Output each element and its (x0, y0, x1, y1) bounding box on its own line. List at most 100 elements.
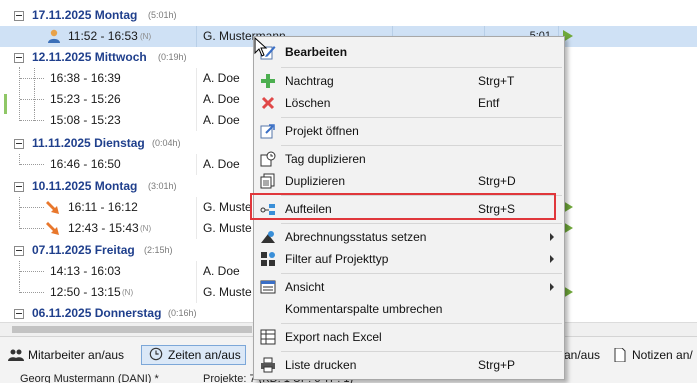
toggle-employees-button[interactable]: Mitarbeiter an/aus (2, 345, 128, 365)
entry-time: 12:50 - 13:15 (50, 285, 121, 299)
collapse-icon[interactable] (14, 11, 24, 21)
day-row[interactable]: 17.11.2025 Montag (5:01h) (0, 5, 697, 26)
menu-item-label: Projekt öffnen (285, 124, 359, 138)
day-date: 10.11.2025 Montag (32, 179, 138, 193)
menu-item-duplizieren[interactable]: Duplizieren Strg+D (256, 170, 562, 192)
menu-item-abrechnungsstatus[interactable]: Abrechnungsstatus setzen (256, 226, 562, 248)
billing-icon (261, 231, 275, 243)
day-duration: (3:01h) (148, 181, 177, 191)
toggle-times-button[interactable]: Zeiten an/aus (141, 345, 246, 365)
tree-line (20, 78, 44, 79)
toggle-projects-label: an/aus (564, 348, 601, 362)
clock-icon (149, 347, 163, 361)
person-icon (48, 29, 60, 43)
day-duration: (0:19h) (158, 52, 187, 62)
entry-time: 16:38 - 16:39 (50, 71, 121, 85)
tree-line (20, 164, 44, 165)
day-duration: (0:04h) (152, 138, 181, 148)
tree-line (20, 207, 44, 208)
tree-line (20, 292, 44, 293)
menu-item-export[interactable]: Export nach Excel (256, 326, 562, 348)
toggle-employees-label: Mitarbeiter an/aus (28, 348, 125, 362)
filter-icon (261, 252, 275, 266)
people-icon (8, 349, 24, 361)
column-divider (196, 89, 197, 110)
menu-item-drucken[interactable]: Liste drucken Strg+P (256, 354, 562, 376)
menu-item-label: Tag duplizieren (285, 152, 366, 166)
menu-item-kommentarspalte[interactable]: Kommentarspalte umbrechen (256, 298, 562, 320)
tree-line (20, 120, 44, 121)
entry-employee: A. Doe (203, 92, 240, 106)
menu-item-label: Duplizieren (285, 174, 346, 188)
view-icon (260, 280, 276, 294)
menu-item-projekt-oeffnen[interactable]: Projekt öffnen (256, 120, 562, 142)
menu-item-loeschen[interactable]: Löschen Entf (256, 92, 562, 114)
entry-employee: A. Doe (203, 157, 240, 171)
collapse-icon[interactable] (14, 139, 24, 149)
collapse-icon[interactable] (14, 246, 24, 256)
menu-item-label: Export nach Excel (285, 330, 382, 344)
column-divider (196, 68, 197, 89)
collapse-icon[interactable] (14, 309, 24, 319)
menu-item-label: Abrechnungsstatus setzen (285, 230, 427, 244)
column-divider (196, 110, 197, 131)
menu-item-shortcut: Strg+P (478, 358, 516, 372)
entry-employee: G. Muste (203, 221, 252, 235)
entry-employee: A. Doe (203, 264, 240, 278)
menu-separator (281, 273, 562, 274)
entry-tag: (N) (140, 224, 152, 233)
tree-line (34, 110, 35, 121)
tree-line (20, 228, 44, 229)
day-duration: (0:16h) (168, 308, 197, 318)
menu-item-tag-duplizieren[interactable]: Tag duplizieren (256, 148, 562, 170)
menu-item-filter[interactable]: Filter auf Projekttyp (256, 248, 562, 270)
menu-item-label: Filter auf Projekttyp (285, 252, 389, 266)
toggle-notes-button[interactable]: Notizen an/ (606, 345, 697, 365)
arrow-icon (46, 201, 59, 214)
entry-time: 16:46 - 16:50 (50, 157, 121, 171)
submenu-arrow-icon (550, 255, 554, 263)
arrow-icon (46, 222, 59, 235)
column-divider (196, 218, 197, 239)
menu-item-label: Kommentarspalte umbrechen (285, 302, 443, 316)
status-user: Georg Mustermann (DANI) * (20, 373, 159, 383)
menu-item-nachtrag[interactable]: Nachtrag Strg+T (256, 70, 562, 92)
entry-time: 15:23 - 15:26 (50, 92, 121, 106)
duplicate-day-icon (260, 151, 276, 167)
tree-line (34, 68, 35, 89)
toggle-times-label: Zeiten an/aus (168, 348, 241, 362)
entry-time: 11:52 - 16:53 (68, 29, 138, 43)
toggle-notes-label: Notizen an/ (632, 348, 693, 362)
print-icon (261, 357, 275, 373)
column-divider (196, 154, 197, 175)
menu-separator (281, 67, 562, 68)
entry-employee: G. Muste (203, 200, 252, 214)
menu-item-label: Bearbeiten (285, 45, 348, 59)
menu-item-ansicht[interactable]: Ansicht (256, 276, 562, 298)
excel-icon (260, 329, 276, 345)
tree-line (20, 99, 44, 100)
menu-separator (281, 145, 562, 146)
menu-item-bearbeiten[interactable]: Bearbeiten (256, 41, 562, 63)
menu-item-shortcut: Strg+D (478, 174, 516, 188)
delete-icon (261, 96, 275, 110)
menu-separator (281, 223, 562, 224)
entry-employee: G. Muste (203, 285, 252, 299)
scrollbar-thumb[interactable] (12, 326, 252, 333)
tree-line (34, 89, 35, 110)
menu-separator (281, 323, 562, 324)
collapse-icon[interactable] (14, 182, 24, 192)
day-duration: (5:01h) (148, 10, 177, 20)
menu-item-label: Nachtrag (285, 74, 334, 88)
submenu-arrow-icon (550, 283, 554, 291)
day-date: 12.11.2025 Mittwoch (32, 50, 147, 64)
open-project-icon (260, 124, 275, 139)
menu-item-shortcut: Strg+T (478, 74, 515, 88)
column-divider (196, 282, 197, 303)
day-duration: (2:15h) (144, 245, 173, 255)
column-divider (196, 26, 197, 47)
entry-time: 15:08 - 15:23 (50, 113, 121, 127)
column-divider (196, 261, 197, 282)
menu-separator (281, 117, 562, 118)
collapse-icon[interactable] (14, 53, 24, 63)
